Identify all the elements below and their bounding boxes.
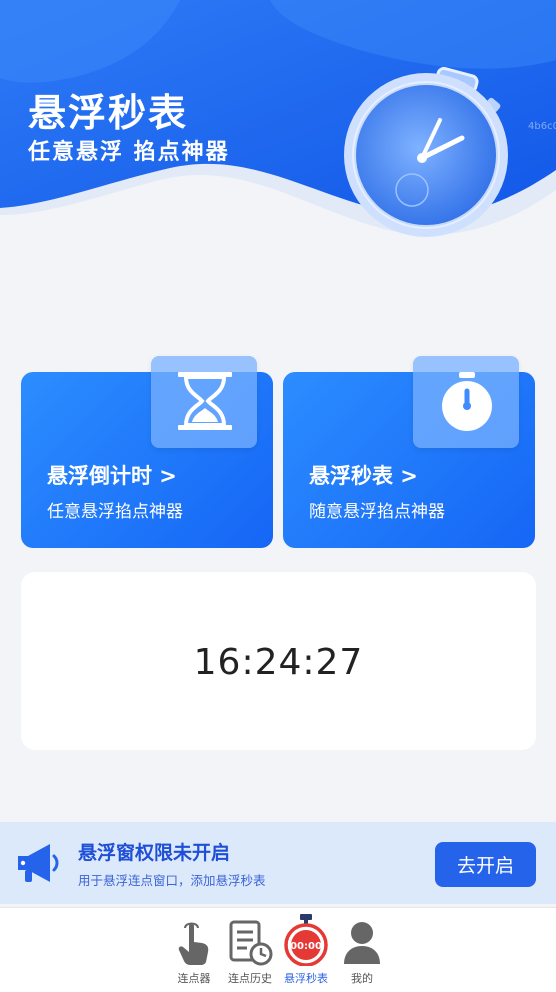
tab-float-stopwatch[interactable]: 00:00 悬浮秒表	[276, 914, 336, 986]
tap-hand-icon	[178, 922, 209, 965]
countdown-tile	[151, 356, 257, 448]
stopwatch-title: 悬浮秒表 >	[309, 464, 418, 488]
person-icon	[344, 922, 380, 964]
stopwatch-subtitle: 随意悬浮掐点神器	[309, 502, 445, 522]
stopwatch-badge-text: 00:00	[290, 941, 322, 952]
tab-clicker[interactable]: 连点器	[164, 916, 224, 986]
hero-banner: 悬浮秒表 任意悬浮 掐点神器 4b6c0	[0, 0, 556, 300]
tab-float-stopwatch-label: 悬浮秒表	[284, 972, 328, 985]
permission-banner: 悬浮窗权限未开启 用于悬浮连点窗口，添加悬浮秒表 去开启	[0, 822, 556, 904]
permission-description: 用于悬浮连点窗口，添加悬浮秒表	[78, 873, 266, 888]
stopwatch-badge-icon: 00:00	[284, 914, 328, 966]
hero-subtitle: 任意悬浮 掐点神器	[28, 140, 230, 165]
tab-profile[interactable]: 我的	[332, 916, 392, 986]
watermark-text: 4b6c0	[528, 121, 556, 132]
hero-title: 悬浮秒表	[28, 91, 189, 135]
permission-title: 悬浮窗权限未开启	[78, 842, 231, 864]
countdown-title: 悬浮倒计时 >	[47, 464, 177, 488]
tab-profile-label: 我的	[351, 972, 373, 985]
tab-clicker-label: 连点器	[177, 972, 211, 985]
tab-history-label: 连点历史	[228, 972, 272, 985]
stopwatch-card[interactable]: 悬浮秒表 > 随意悬浮掐点神器	[283, 356, 535, 548]
bottom-tab-bar: 连点器 连点历史 00:00 悬浮秒表 我的	[0, 907, 556, 992]
enable-permission-button[interactable]: 去开启	[435, 842, 536, 887]
history-document-icon	[229, 920, 273, 966]
current-time: 16:24:27	[193, 642, 364, 683]
megaphone-icon	[18, 844, 59, 882]
stopwatch-tile	[413, 356, 519, 448]
countdown-subtitle: 任意悬浮掐点神器	[47, 502, 183, 522]
clock-panel: 16:24:27	[21, 572, 536, 750]
stopwatch-icon	[442, 372, 492, 431]
hourglass-icon	[178, 372, 232, 430]
tab-history[interactable]: 连点历史	[220, 916, 280, 986]
countdown-card[interactable]: 悬浮倒计时 > 任意悬浮掐点神器	[21, 356, 273, 548]
